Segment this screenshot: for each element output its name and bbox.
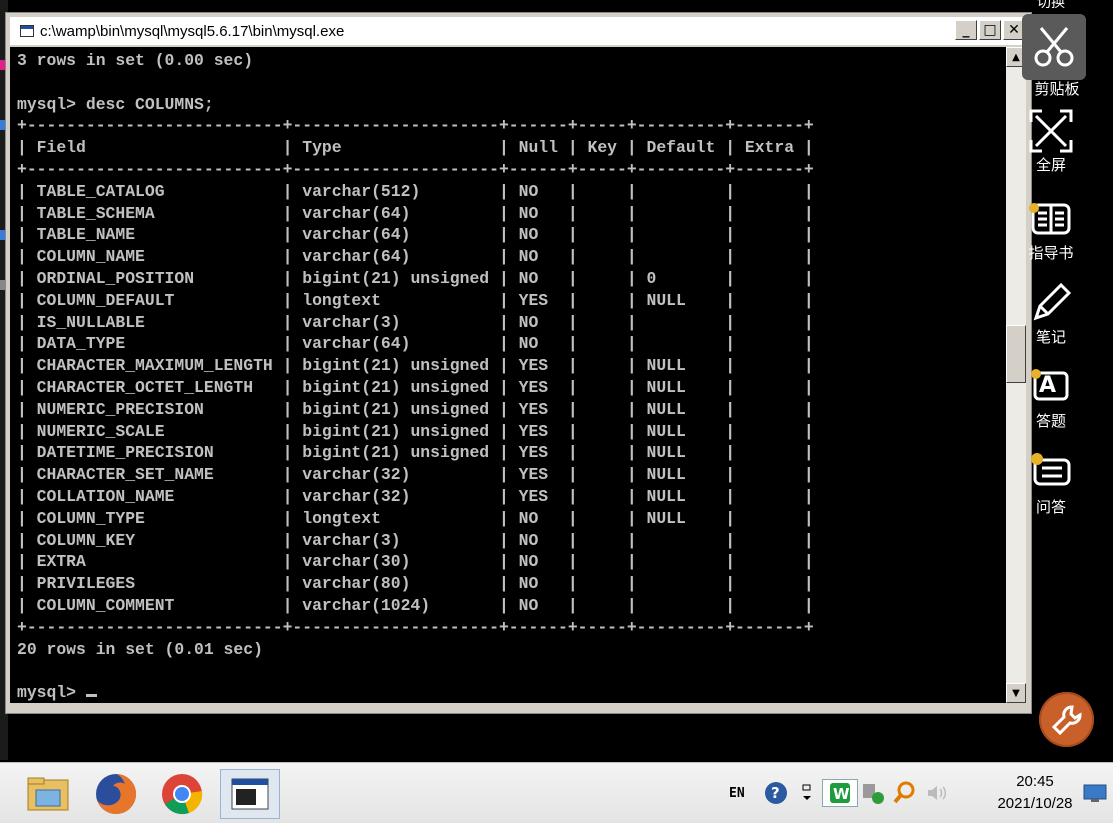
- table-border-mid: +--------------------------+------------…: [17, 159, 814, 179]
- network-icon[interactable]: [860, 763, 886, 823]
- previous-result-line: 3 rows in set (0.00 sec): [17, 51, 254, 70]
- table-row: | PRIVILEGES | varchar(80) | NO | | | |: [17, 574, 814, 594]
- table-row: | CHARACTER_OCTET_LENGTH | bigint(21) un…: [17, 377, 814, 397]
- console-app-icon: [20, 25, 34, 37]
- mysql-prompt: mysql>: [17, 683, 86, 703]
- qa-icon: [1028, 450, 1074, 496]
- fullscreen-icon: [1028, 108, 1074, 154]
- tool-qa[interactable]: 问答: [1020, 450, 1082, 517]
- table-row: | COLUMN_COMMENT | varchar(1024) | NO | …: [17, 595, 814, 615]
- pencil-icon: [1028, 280, 1074, 326]
- table-row: | COLUMN_NAME | varchar(64) | NO | | | |: [17, 247, 814, 267]
- console-window[interactable]: c:\wamp\bin\mysql\mysql5.6.17\bin\mysql.…: [5, 12, 1032, 714]
- tool-answer[interactable]: A 答题: [1020, 364, 1082, 431]
- tool-label: 笔记: [1035, 329, 1066, 346]
- table-row: | COLLATION_NAME | varchar(32) | YES | |…: [17, 486, 814, 506]
- volume-icon[interactable]: [925, 763, 949, 823]
- table-row: | COLUMN_KEY | varchar(3) | NO | | | |: [17, 530, 814, 550]
- table-row: | TABLE_NAME | varchar(64) | NO | | | |: [17, 225, 814, 245]
- minimize-button[interactable]: _: [955, 20, 977, 40]
- svg-text:W: W: [833, 785, 850, 803]
- file-explorer-icon[interactable]: [18, 769, 78, 819]
- table-row: | COLUMN_TYPE | longtext | NO | | NULL |…: [17, 508, 814, 528]
- clock-date: 2021/10/28: [997, 795, 1073, 812]
- scissors-icon: [1022, 14, 1086, 80]
- show-desktop-icon[interactable]: [1083, 763, 1107, 823]
- table-row: | DATETIME_PRECISION | bigint(21) unsign…: [17, 443, 814, 463]
- clock-time: 20:45: [1016, 773, 1054, 790]
- taskbar: EN ? W 20:45 2021/10/28: [0, 762, 1113, 823]
- ime-options-icon[interactable]: [800, 763, 814, 823]
- language-indicator[interactable]: EN: [729, 763, 745, 823]
- book-icon: [1028, 196, 1074, 242]
- table-row: | ORDINAL_POSITION | bigint(21) unsigned…: [17, 268, 814, 288]
- maximize-button[interactable]: □: [979, 20, 1001, 40]
- result-summary: 20 rows in set (0.01 sec): [17, 639, 263, 659]
- tool-clipboard-label-wrap[interactable]: 剪贴板: [1026, 78, 1088, 99]
- console-window-icon[interactable]: [220, 769, 280, 819]
- system-clock[interactable]: 20:45 2021/10/28: [985, 771, 1085, 815]
- svg-text:?: ?: [771, 784, 780, 802]
- tool-label: 指导书: [1028, 245, 1074, 262]
- svg-text:A: A: [1039, 373, 1056, 398]
- table-row: | NUMERIC_SCALE | bigint(21) unsigned | …: [17, 421, 814, 441]
- table-row: | EXTRA | varchar(30) | NO | | | |: [17, 552, 814, 572]
- table-row: | NUMERIC_PRECISION | bigint(21) unsigne…: [17, 399, 814, 419]
- table-row: | COLUMN_DEFAULT | longtext | YES | | NU…: [17, 290, 814, 310]
- table-border-bottom: +--------------------------+------------…: [17, 617, 814, 637]
- scroll-down-button[interactable]: ▼: [1006, 683, 1026, 703]
- tool-label: 剪贴板: [1034, 81, 1080, 98]
- table-row: | DATA_TYPE | varchar(64) | NO | | | |: [17, 334, 814, 354]
- tool-fullscreen[interactable]: 全屏: [1020, 108, 1082, 175]
- text-cursor: [85, 694, 97, 698]
- help-icon[interactable]: ?: [764, 763, 788, 823]
- console-output[interactable]: 3 rows in set (0.00 sec) mysql> desc COL…: [10, 47, 1006, 703]
- firefox-icon[interactable]: [86, 769, 146, 819]
- window-title: c:\wamp\bin\mysql\mysql5.6.17\bin\mysql.…: [40, 22, 345, 40]
- table-row: | CHARACTER_MAXIMUM_LENGTH | bigint(21) …: [17, 356, 814, 376]
- chrome-icon[interactable]: [152, 769, 212, 819]
- switch-label[interactable]: 切换: [1037, 0, 1065, 12]
- tray-app-icon[interactable]: W: [822, 779, 858, 807]
- table-row: | CHARACTER_SET_NAME | varchar(32) | YES…: [17, 465, 814, 485]
- table-border-top: +--------------------------+------------…: [17, 116, 814, 136]
- tool-notes[interactable]: 笔记: [1020, 280, 1082, 347]
- window-titlebar[interactable]: c:\wamp\bin\mysql\mysql5.6.17\bin\mysql.…: [10, 17, 1027, 45]
- table-row: | IS_NULLABLE | varchar(3) | NO | | | |: [17, 312, 814, 332]
- tool-guidebook[interactable]: 指导书: [1020, 196, 1082, 263]
- tool-label: 问答: [1035, 499, 1066, 516]
- tool-label: 答题: [1035, 413, 1066, 430]
- table-row: | TABLE_SCHEMA | varchar(64) | NO | | | …: [17, 203, 814, 223]
- search-icon[interactable]: [892, 763, 918, 823]
- tool-label: 全屏: [1035, 157, 1066, 174]
- tool-clipboard[interactable]: [1022, 14, 1088, 80]
- wrench-icon[interactable]: [1039, 692, 1094, 747]
- table-row: | TABLE_CATALOG | varchar(512) | NO | | …: [17, 181, 814, 201]
- answer-icon: A: [1028, 364, 1074, 410]
- table-header: | Field | Type | Null | Key | Default | …: [17, 138, 814, 158]
- command-line: mysql> desc COLUMNS;: [17, 94, 214, 114]
